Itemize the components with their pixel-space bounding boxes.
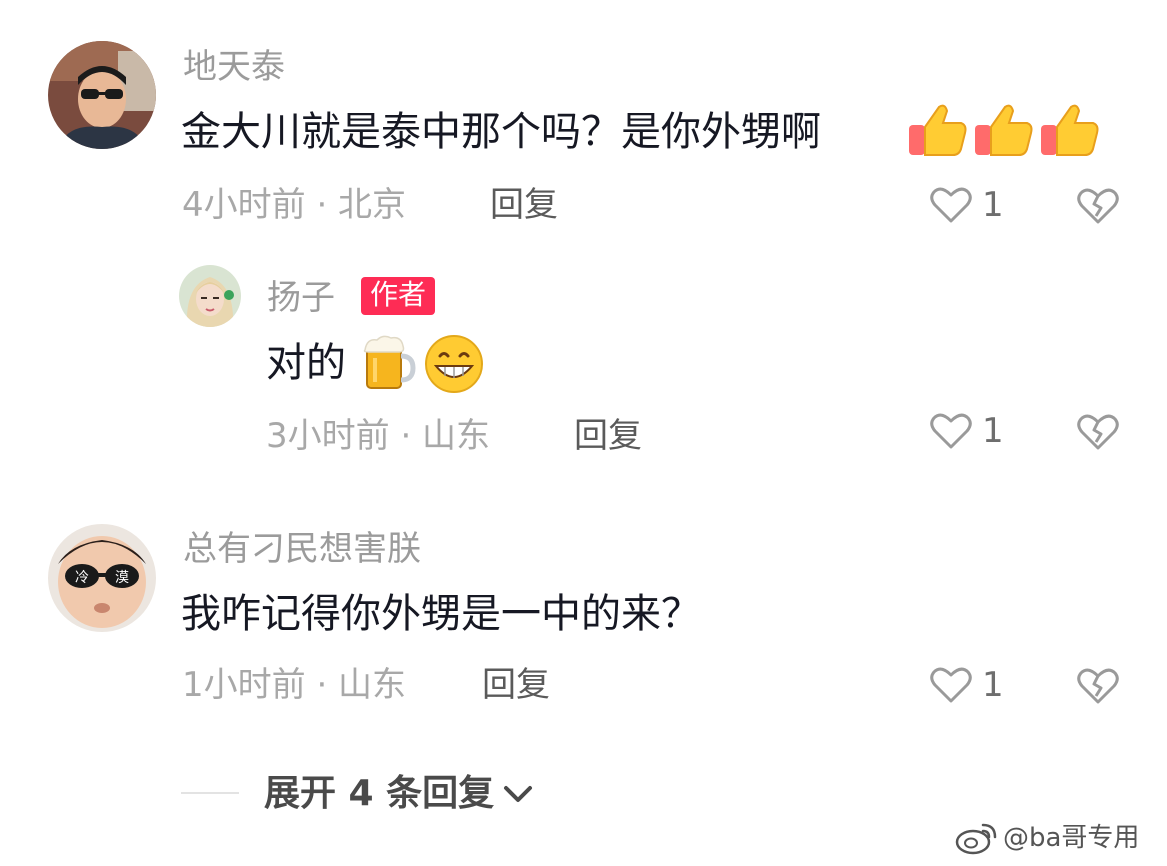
avatar-man-sunglasses-icon	[48, 41, 156, 149]
broken-heart-icon	[1077, 668, 1119, 704]
thumbs-up-icon	[909, 104, 967, 156]
like-count: 1	[982, 185, 1004, 225]
watermark: @ba哥专用	[955, 821, 1139, 855]
grin-emoji	[424, 334, 484, 398]
comment-meta: 1小时前 · 山东	[182, 665, 407, 705]
watermark-text: @ba哥专用	[1003, 823, 1140, 853]
avatar-baby-sunglasses-icon: 冷 漠	[48, 524, 156, 632]
comment-text: 我咋记得你外甥是一中的来？	[181, 591, 701, 637]
reply-button[interactable]: 回复	[574, 419, 642, 453]
thumbs-up-emoji	[973, 101, 1035, 163]
like-button[interactable]: 1	[930, 412, 1004, 450]
comment-username[interactable]: 地天泰	[183, 50, 285, 84]
like-button[interactable]: 1	[930, 186, 1004, 224]
expand-replies-label: 展开 4 条回复	[264, 773, 495, 814]
expand-replies-button[interactable]: 展开 4 条回复	[264, 774, 534, 814]
beer-icon	[363, 335, 416, 389]
grin-face-icon	[425, 335, 483, 393]
heart-icon	[930, 667, 972, 703]
reply-text: 对的	[266, 340, 346, 386]
thumbs-up-emoji	[1039, 101, 1101, 163]
broken-heart-icon	[1077, 414, 1119, 450]
dislike-button[interactable]	[1077, 413, 1119, 455]
beer-emoji	[357, 332, 419, 398]
expand-divider	[181, 792, 239, 794]
reply-meta: 3小时前 · 山东	[266, 416, 491, 456]
reply-button[interactable]: 回复	[490, 188, 558, 222]
reply-username[interactable]: 扬子	[267, 281, 335, 315]
avatar[interactable]	[48, 41, 156, 149]
reply-button[interactable]: 回复	[482, 668, 550, 702]
like-button[interactable]: 1	[930, 666, 1004, 704]
like-count: 1	[982, 665, 1004, 705]
avatar[interactable]: 冷 漠	[48, 524, 156, 632]
weibo-logo-icon	[955, 823, 997, 855]
heart-icon	[930, 413, 972, 449]
svg-text:冷: 冷	[75, 570, 89, 586]
comment-meta: 4小时前 · 北京	[182, 185, 407, 225]
chevron-down-icon	[504, 786, 533, 802]
dislike-button[interactable]	[1077, 667, 1119, 709]
thumbs-up-icon	[975, 104, 1033, 156]
author-badge: 作者	[361, 277, 436, 315]
avatar-woman-icon	[179, 265, 241, 327]
dislike-button[interactable]	[1077, 187, 1119, 229]
comment-username[interactable]: 总有刁民想害朕	[183, 532, 421, 566]
comment-text: 金大川就是泰中那个吗？是你外甥啊	[181, 109, 821, 155]
heart-icon	[930, 187, 972, 223]
like-count: 1	[982, 411, 1004, 451]
thumbs-up-emoji	[907, 101, 969, 163]
svg-text:漠: 漠	[115, 570, 129, 586]
broken-heart-icon	[1077, 188, 1119, 224]
avatar[interactable]	[179, 265, 241, 327]
thumbs-up-icon	[1041, 104, 1099, 156]
